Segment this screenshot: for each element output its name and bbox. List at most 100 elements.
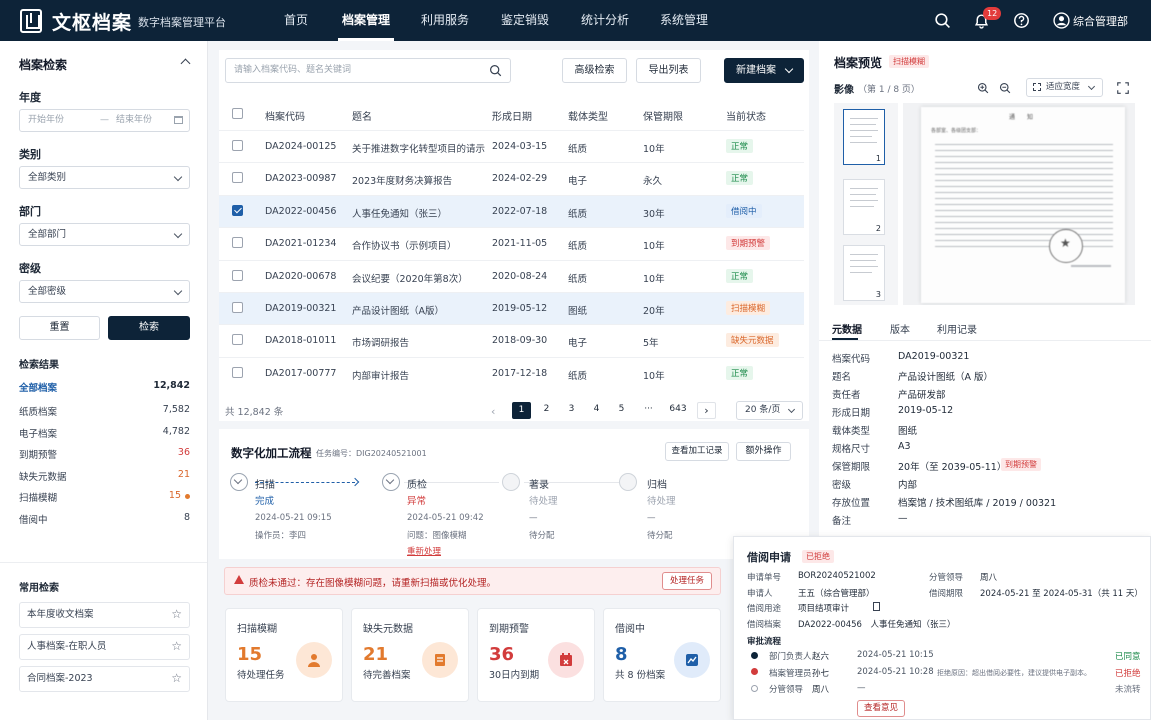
image-label: 影像 xyxy=(834,85,854,96)
thumbnail-page[interactable]: 1 xyxy=(843,109,885,165)
table-row[interactable]: DA2017-00777 内部审计报告 2017-12-18 纸质 10年 正常 xyxy=(219,357,804,389)
year-range-input[interactable]: 开始年份 — 结束年份 xyxy=(19,109,190,132)
handle-task-button[interactable]: 处理任务 xyxy=(662,572,712,590)
page-3[interactable]: 3 xyxy=(562,402,581,419)
star-icon[interactable]: ☆ xyxy=(171,671,182,685)
result-blurry[interactable]: 扫描模糊 15 xyxy=(19,490,190,506)
row-checkbox-checked[interactable] xyxy=(232,205,243,216)
row-checkbox[interactable] xyxy=(232,237,243,248)
thumbnail-page[interactable]: 3 xyxy=(843,245,885,301)
zoom-in-icon[interactable] xyxy=(977,82,989,94)
nav-utilization[interactable]: 利用服务 xyxy=(417,0,473,41)
result-missing-meta[interactable]: 缺失元数据 21 xyxy=(19,469,190,485)
nav-home[interactable]: 首页 xyxy=(272,0,320,41)
favorite-item[interactable]: 人事档案-在职人员 ☆ xyxy=(19,634,190,660)
reprocess-link[interactable]: 重新处理 xyxy=(407,545,441,557)
export-button[interactable]: 导出列表 xyxy=(636,58,701,83)
top-bar: 文枢档案 数字档案管理平台 首页 档案管理 利用服务 鉴定销毁 统计分析 系统管… xyxy=(0,0,1151,41)
help-icon[interactable] xyxy=(1013,12,1030,29)
search-input[interactable]: 请输入档案代码、题名关键词 xyxy=(225,58,511,83)
category-select[interactable]: 全部类别 xyxy=(19,166,190,189)
stat-card-blurry[interactable]: 扫描模糊 15 待处理任务 xyxy=(225,608,343,702)
extra-action-button[interactable]: 额外操作 xyxy=(736,442,791,461)
page-size-select[interactable]: 20 条/页 xyxy=(736,401,803,420)
field-value: DA2022-00456 人事任免通知（张三） xyxy=(798,620,956,630)
approver-name: 周八 xyxy=(812,685,830,695)
field-key: 分管领导 xyxy=(929,573,964,583)
secret-select[interactable]: 全部密级 xyxy=(19,280,190,303)
approval-result: 未流转 xyxy=(1115,685,1141,695)
step-time: — xyxy=(529,513,538,523)
result-all[interactable]: 全部档案 12,842 xyxy=(19,380,190,396)
view-opinion-button[interactable]: 查看意见 xyxy=(857,700,905,717)
row-checkbox[interactable] xyxy=(232,140,243,151)
nav-archive-management[interactable]: 档案管理 xyxy=(338,0,394,41)
result-label: 借阅中 xyxy=(19,515,48,526)
step-time: — xyxy=(647,513,656,523)
cell-title: 合作协议书（示例项目） xyxy=(352,241,457,252)
favorite-item[interactable]: 本年度收文档案 ☆ xyxy=(19,602,190,628)
search-icon[interactable] xyxy=(489,64,502,77)
row-checkbox[interactable] xyxy=(232,270,243,281)
tab-usage-log[interactable]: 利用记录 xyxy=(937,321,977,336)
user-avatar-icon[interactable] xyxy=(1053,12,1070,29)
table-row-highlighted[interactable]: DA2019-00321 产品设计图纸（A版） 2019-05-12 图纸 20… xyxy=(219,292,804,324)
thumbnail-page[interactable]: 2 xyxy=(843,179,885,235)
new-archive-button[interactable]: 新建档案 xyxy=(724,58,804,83)
thumbnail-strip: 1 2 3 xyxy=(834,103,898,305)
row-checkbox[interactable] xyxy=(232,334,243,345)
reset-button[interactable]: 重置 xyxy=(19,316,100,340)
dept-select[interactable]: 全部部门 xyxy=(19,223,190,246)
col-retention: 保管期限 xyxy=(643,112,683,123)
nav-system[interactable]: 系统管理 xyxy=(656,0,712,41)
step-qc-icon xyxy=(382,473,400,491)
search-button[interactable]: 检索 xyxy=(108,316,190,340)
table-row[interactable]: DA2024-00125 关于推进数字化转型项目的请示 2024-03-15 纸… xyxy=(219,130,804,162)
table-row[interactable]: DA2023-00987 2023年度财务决算报告 2024-02-29 电子 … xyxy=(219,162,804,194)
page-last[interactable]: 643 xyxy=(666,402,690,419)
table-row[interactable]: DA2018-01011 市场调研报告 2018-09-30 电子 5年 缺失元… xyxy=(219,324,804,356)
stat-card-borrowed[interactable]: 借阅中 8 共 8 份档案 xyxy=(603,608,721,702)
select-all-checkbox[interactable] xyxy=(232,108,243,119)
page-1[interactable]: 1 xyxy=(512,402,531,419)
row-checkbox[interactable] xyxy=(232,172,243,183)
chevron-down-icon xyxy=(784,64,794,74)
attachment-icon[interactable] xyxy=(873,602,880,611)
favorite-item[interactable]: 合同档案-2023 ☆ xyxy=(19,666,190,692)
fullscreen-icon[interactable] xyxy=(1117,82,1129,94)
page-2[interactable]: 2 xyxy=(537,402,556,419)
row-checkbox[interactable] xyxy=(232,302,243,313)
tab-metadata[interactable]: 元数据 xyxy=(832,321,862,336)
result-expiring[interactable]: 到期预警 36 xyxy=(19,447,190,463)
result-label: 到期预警 xyxy=(19,450,58,461)
notification-badge: 12 xyxy=(983,7,1002,20)
result-electronic[interactable]: 电子档案 4,782 xyxy=(19,426,190,442)
prev-page-icon[interactable]: ‹ xyxy=(491,405,495,418)
result-label: 纸质档案 xyxy=(19,407,58,418)
zoom-out-icon[interactable] xyxy=(999,82,1011,94)
advanced-search-button[interactable]: 高级检索 xyxy=(562,58,627,83)
page-preview-image[interactable]: 通 知 各部室、各级团支部： ★ xyxy=(903,103,1135,305)
result-paper[interactable]: 纸质档案 7,582 xyxy=(19,404,190,420)
fit-width-select[interactable]: 适应宽度 xyxy=(1026,78,1103,97)
tab-versions[interactable]: 版本 xyxy=(890,321,910,336)
col-status: 当前状态 xyxy=(726,112,766,123)
result-borrowed[interactable]: 借阅中 8 xyxy=(19,512,190,528)
star-icon[interactable]: ☆ xyxy=(171,639,182,653)
row-checkbox[interactable] xyxy=(232,367,243,378)
table-row[interactable]: DA2020-00678 会议纪要（2020年第8次） 2020-08-24 纸… xyxy=(219,260,804,292)
star-icon[interactable]: ☆ xyxy=(171,607,182,621)
next-page-icon[interactable]: › xyxy=(697,402,716,419)
table-row[interactable]: DA2021-01234 合作协议书（示例项目） 2021-11-05 纸质 1… xyxy=(219,227,804,259)
user-name[interactable]: 综合管理部 xyxy=(1073,13,1128,29)
table-row-selected[interactable]: DA2022-00456 人事任免通知（张三） 2022-07-18 纸质 30… xyxy=(219,195,804,227)
page-4[interactable]: 4 xyxy=(587,402,606,419)
collapse-icon[interactable] xyxy=(180,58,191,69)
nav-statistics[interactable]: 统计分析 xyxy=(577,0,633,41)
page-5[interactable]: 5 xyxy=(612,402,631,419)
stat-card-missing-meta[interactable]: 缺失元数据 21 待完善档案 xyxy=(351,608,469,702)
nav-appraisal[interactable]: 鉴定销毁 xyxy=(497,0,553,41)
search-icon[interactable] xyxy=(934,12,951,29)
view-log-button[interactable]: 查看加工记录 xyxy=(665,442,729,461)
stat-card-expiring[interactable]: 到期预警 36 30日内到期 xyxy=(477,608,595,702)
